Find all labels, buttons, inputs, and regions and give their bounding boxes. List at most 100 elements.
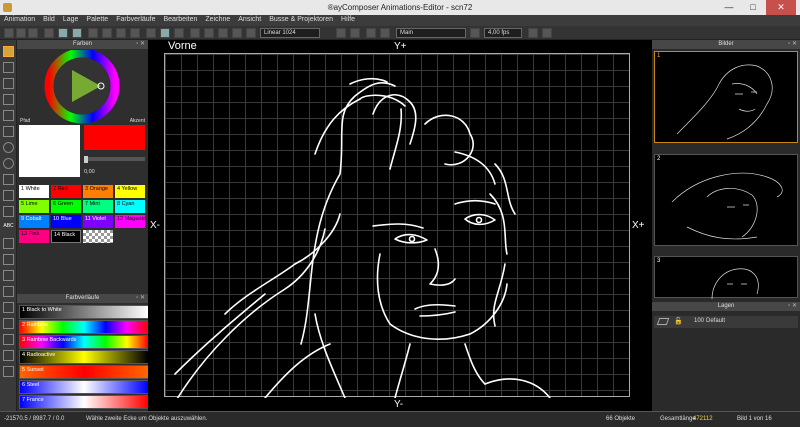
accent-color-swatch[interactable] bbox=[84, 125, 145, 150]
stop-icon[interactable] bbox=[102, 28, 112, 38]
color-tool-icon[interactable] bbox=[3, 350, 14, 361]
zoom-out-icon[interactable] bbox=[218, 28, 228, 38]
swatch-1[interactable]: 1 White bbox=[19, 185, 49, 198]
menu-animation[interactable]: Animation bbox=[0, 15, 39, 23]
gradient-7[interactable]: 7 France bbox=[19, 395, 149, 409]
fps-select[interactable]: 4,00 fps bbox=[484, 28, 522, 38]
camera-icon[interactable] bbox=[366, 28, 376, 38]
mirror-icon[interactable] bbox=[380, 28, 390, 38]
zoom-fit-icon[interactable] bbox=[232, 28, 242, 38]
accent-slider[interactable] bbox=[84, 157, 145, 161]
palette-icon[interactable] bbox=[336, 28, 346, 38]
gradient-1[interactable]: 1 Black to White bbox=[19, 305, 149, 319]
prev-frame-icon[interactable] bbox=[58, 28, 68, 38]
frame-thumbnail-2[interactable]: 2 bbox=[654, 154, 798, 246]
menu-farbverlaeufe[interactable]: Farbverläufe bbox=[112, 15, 159, 23]
close-button[interactable]: ✕ bbox=[766, 0, 796, 15]
zoom-in-icon[interactable] bbox=[204, 28, 214, 38]
save-icon[interactable] bbox=[28, 28, 38, 38]
swatch-11[interactable]: 11 Violet bbox=[83, 215, 113, 228]
drawing-canvas[interactable]: Vorne Y+ Y- X- X+ bbox=[148, 40, 652, 411]
menu-bild[interactable]: Bild bbox=[39, 15, 59, 23]
settings-icon[interactable] bbox=[350, 28, 360, 38]
swatch-12[interactable]: 12 Magenta bbox=[115, 215, 145, 228]
gradient-3[interactable]: 3 Rainbow Backwards bbox=[19, 335, 149, 349]
path-color-swatch[interactable] bbox=[19, 125, 80, 177]
layer-row-default[interactable]: 🔓 100 Default bbox=[654, 316, 798, 328]
menu-palette[interactable]: Palette bbox=[82, 15, 112, 23]
status-bar: -21570.5 / 8987.7 / 0.0 Wähle zweite Eck… bbox=[0, 411, 800, 427]
rectangle-tool-icon[interactable] bbox=[3, 126, 14, 137]
line-tool-icon[interactable] bbox=[3, 78, 14, 89]
help-icon[interactable] bbox=[542, 28, 552, 38]
play-icon[interactable] bbox=[88, 28, 98, 38]
rotate-tool-icon[interactable] bbox=[3, 302, 14, 313]
ellipse-tool-icon[interactable] bbox=[3, 158, 14, 169]
loop-icon[interactable] bbox=[116, 28, 126, 38]
swatch-transparent[interactable] bbox=[83, 230, 113, 243]
swatch-2[interactable]: 2 Red bbox=[51, 185, 81, 198]
polygon-tool-icon[interactable] bbox=[3, 174, 14, 185]
menu-busse-projektoren[interactable]: Busse & Projektoren bbox=[265, 15, 337, 23]
new-icon[interactable] bbox=[4, 28, 14, 38]
layer-select[interactable]: Main bbox=[396, 28, 466, 38]
toolbar: Linear 1024 Main 4,00 fps bbox=[0, 26, 800, 40]
points-tool-icon[interactable] bbox=[3, 270, 14, 281]
swatch-14[interactable]: 14 Black bbox=[51, 230, 81, 243]
swatch-3[interactable]: 3 Orange bbox=[83, 185, 113, 198]
swatch-13[interactable]: 13 Pink bbox=[19, 230, 49, 243]
swatch-9[interactable]: 9 Cobalt bbox=[19, 215, 49, 228]
star-tool-icon[interactable] bbox=[3, 190, 14, 201]
select-tool-icon[interactable] bbox=[3, 46, 14, 57]
lock-icon[interactable]: 🔓 bbox=[674, 317, 683, 325]
swatch-7[interactable]: 7 Mint bbox=[83, 200, 113, 213]
dots-tool-icon[interactable] bbox=[3, 62, 14, 73]
record-icon[interactable] bbox=[130, 28, 140, 38]
gradient-2[interactable]: 2 Rainbow bbox=[19, 320, 149, 334]
undo-icon[interactable] bbox=[146, 28, 156, 38]
frame-3-preview bbox=[711, 268, 759, 299]
next-frame-icon[interactable] bbox=[72, 28, 82, 38]
layer-visibility-icon[interactable] bbox=[656, 318, 670, 325]
menu-lage[interactable]: Lage bbox=[59, 15, 83, 23]
view-label: Vorne bbox=[168, 40, 197, 52]
bar-tool-icon[interactable] bbox=[3, 238, 14, 249]
snap-icon[interactable] bbox=[174, 28, 184, 38]
pen-icon[interactable] bbox=[160, 28, 170, 38]
menu-ansicht[interactable]: Ansicht bbox=[234, 15, 265, 23]
dash-tool-icon[interactable] bbox=[3, 254, 14, 265]
gradient-5[interactable]: 5 Sunset bbox=[19, 365, 149, 379]
erase-tool-icon[interactable] bbox=[3, 334, 14, 345]
text-tool-icon[interactable]: ABC bbox=[3, 222, 14, 233]
grid-icon[interactable] bbox=[190, 28, 200, 38]
fill-tool-icon[interactable] bbox=[3, 366, 14, 377]
frame-thumbnail-1[interactable]: 1 bbox=[654, 51, 798, 143]
gradient-4[interactable]: 4 Radioactive bbox=[19, 350, 149, 364]
gradient-6[interactable]: 6 Steel bbox=[19, 380, 149, 394]
color-wheel[interactable] bbox=[17, 50, 148, 124]
polyline-tool-icon[interactable] bbox=[3, 94, 14, 105]
output-icon[interactable] bbox=[470, 28, 480, 38]
wrench-icon[interactable] bbox=[528, 28, 538, 38]
open-icon[interactable] bbox=[16, 28, 26, 38]
frame-thumbnail-3[interactable]: 3 bbox=[654, 256, 798, 299]
spiral-tool-icon[interactable] bbox=[3, 206, 14, 217]
curve-icon bbox=[246, 28, 256, 38]
swatch-10[interactable]: 10 Blue bbox=[51, 215, 81, 228]
swatch-5[interactable]: 5 Lime bbox=[19, 200, 49, 213]
maximize-button[interactable]: □ bbox=[742, 0, 764, 15]
curve-tool-icon[interactable] bbox=[3, 110, 14, 121]
menu-zeichne[interactable]: Zeichne bbox=[201, 15, 234, 23]
swatch-4[interactable]: 4 Yellow bbox=[115, 185, 145, 198]
first-frame-icon[interactable] bbox=[44, 28, 54, 38]
minimize-button[interactable]: — bbox=[718, 0, 740, 15]
move-tool-icon[interactable] bbox=[3, 286, 14, 297]
scale-tool-icon[interactable] bbox=[3, 318, 14, 329]
swatch-8[interactable]: 8 Cyan bbox=[115, 200, 145, 213]
curve-select[interactable]: Linear 1024 bbox=[260, 28, 320, 38]
menu-bearbeiten[interactable]: Bearbeiten bbox=[160, 15, 202, 23]
menu-hilfe[interactable]: Hilfe bbox=[337, 15, 359, 23]
accent-slider-handle[interactable] bbox=[84, 156, 88, 163]
circle-tool-icon[interactable] bbox=[3, 142, 14, 153]
swatch-6[interactable]: 6 Green bbox=[51, 200, 81, 213]
